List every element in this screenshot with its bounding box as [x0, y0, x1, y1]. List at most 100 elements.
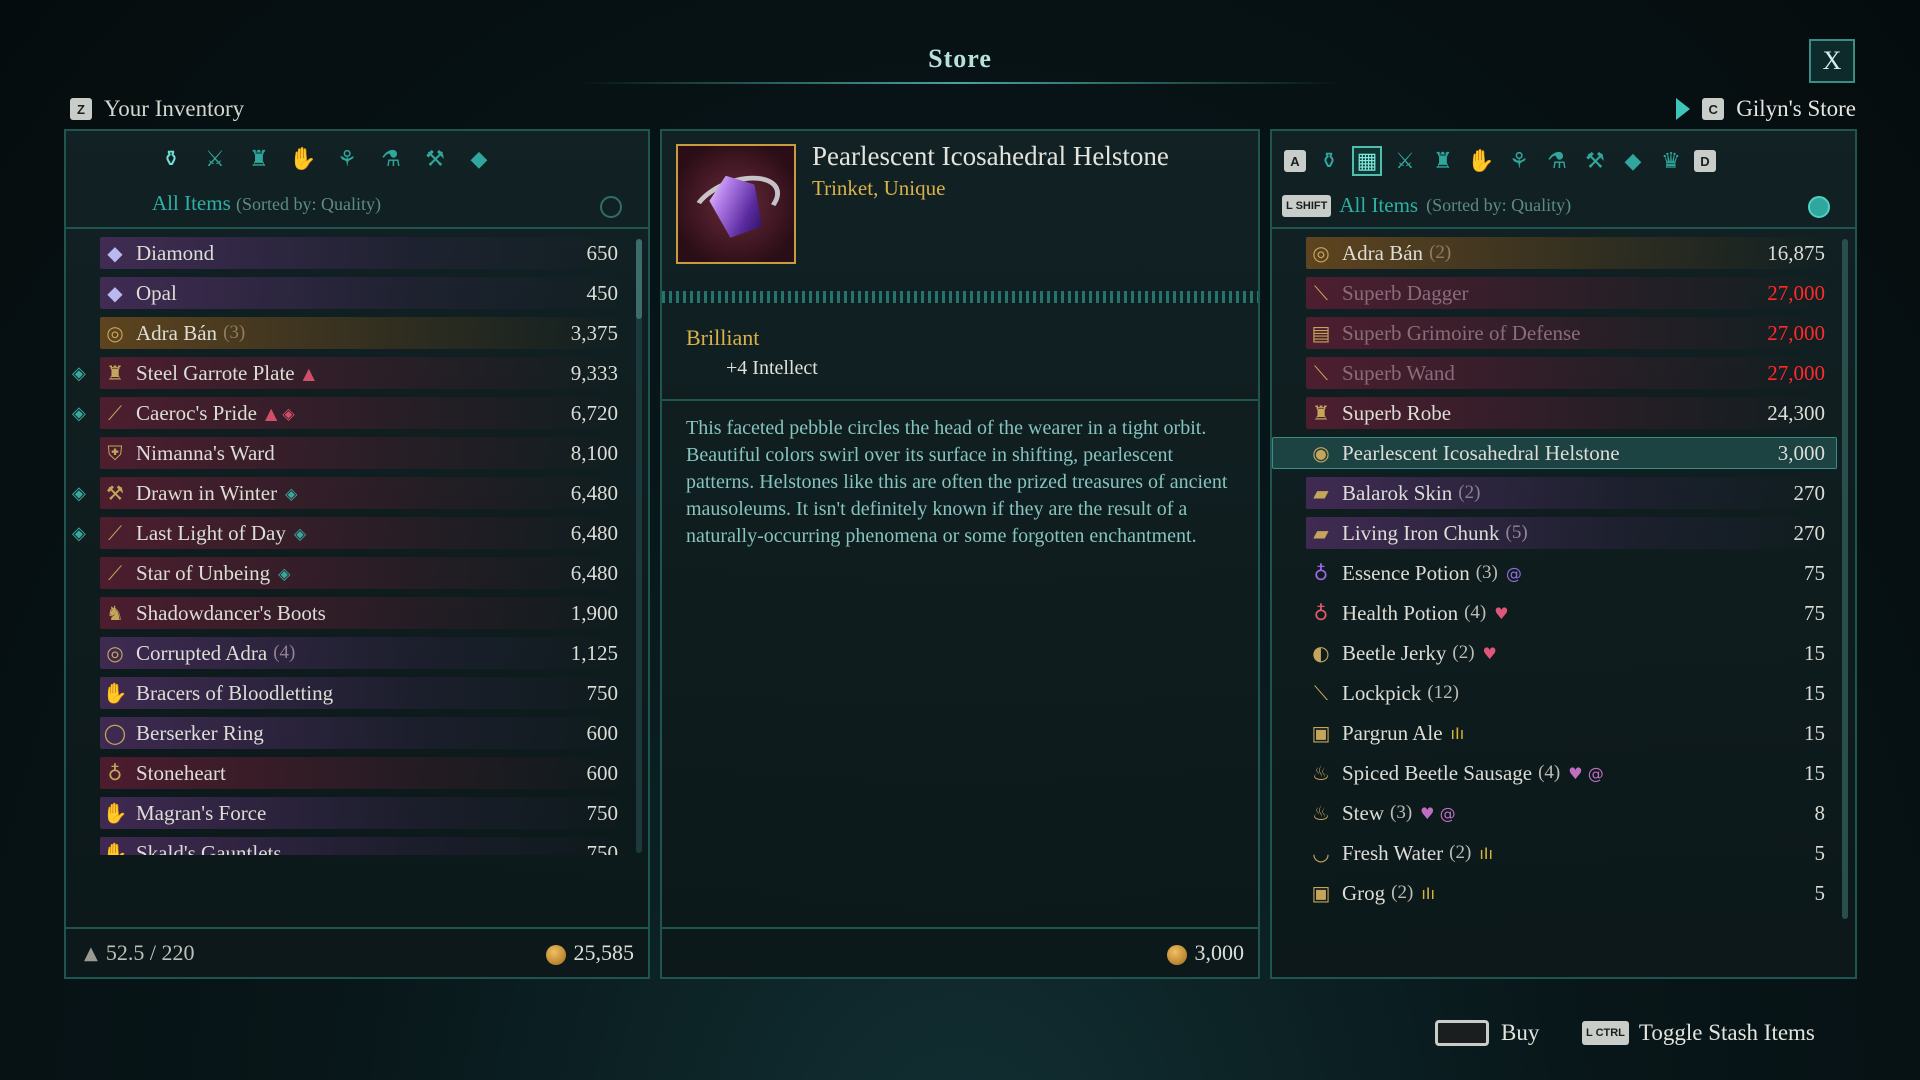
grimoire-icon: ▤ [1311, 321, 1331, 345]
store-item-row[interactable]: ▰Balarok Skin(2)270 [1272, 473, 1855, 513]
store-item-row[interactable]: ◐ Beetle Jerky (2) ♥ 15 [1272, 633, 1855, 673]
inventory-item-row[interactable]: ◈ ⟋ Caeroc's Pride ▲ ◈ 6,720 [66, 393, 648, 433]
inventory-item-row[interactable]: ✋ Magran's Force 750 [66, 793, 648, 833]
your-inventory-label: Your Inventory [104, 96, 245, 121]
inventory-item-row[interactable]: ♞ Shadowdancer's Boots 1,900 [66, 593, 648, 633]
gems-icon[interactable]: ◆ [1618, 146, 1648, 176]
armor-icon[interactable]: ♜ [1428, 146, 1458, 176]
inventory-item-row[interactable]: ✋ Skald's Gauntlets 750 [66, 833, 648, 855]
weapons-icon[interactable]: ⚔ [1390, 146, 1420, 176]
toggle-stash-label: Toggle Stash Items [1638, 1020, 1815, 1045]
shield-icon: ⛨ [107, 441, 123, 465]
inventory-scroll-thumb[interactable] [636, 239, 642, 319]
inventory-options-icon[interactable] [600, 196, 622, 218]
gauntlet-icon: ✋ [102, 801, 128, 825]
player-gold: 25,585 [545, 940, 634, 966]
inventory-item-name: Opal [136, 280, 177, 305]
all-items-icon[interactable]: ⚱ [1314, 146, 1344, 176]
inventory-category-tabs: ⚱ ⚔ ♜ ✋ ⚘ ⚗ ⚒ ◆ [154, 144, 496, 174]
store-item-name: Stew [1342, 800, 1384, 825]
inventory-item-price: 450 [586, 280, 619, 305]
store-item-price: 27,000 [1767, 320, 1825, 345]
store-item-price: 15 [1804, 720, 1825, 745]
consumables-icon[interactable]: ⚗ [1542, 146, 1572, 176]
inventory-item-price: 750 [586, 680, 619, 705]
equipped-marker-icon: ◈ [72, 402, 86, 424]
gloves-icon[interactable]: ✋ [286, 144, 320, 174]
weapons-icon[interactable]: ⚔ [198, 144, 232, 174]
store-item-row[interactable]: ♨ Spiced Beetle Sausage (4) ♥ @ 15 [1272, 753, 1855, 793]
inventory-item-price: 750 [586, 800, 619, 825]
store-item-row[interactable]: ▰Living Iron Chunk(5)270 [1272, 513, 1855, 553]
inventory-item-row[interactable]: ✋ Bracers of Bloodletting 750 [66, 673, 648, 713]
inventory-scrollbar[interactable] [636, 239, 642, 853]
store-item-row[interactable]: ♁ Essence Potion (3) @75 [1272, 553, 1855, 593]
store-item-effect-icons: ıIı [1479, 843, 1493, 863]
consumables-icon[interactable]: ⚗ [374, 144, 408, 174]
inventory-item-row[interactable]: ⟋ Star of Unbeing ◈ 6,480 [66, 553, 648, 593]
inventory-item-row[interactable]: ◆ Diamond 650 [66, 233, 648, 273]
toggle-stash-action[interactable]: L CTRL Toggle Stash Items [1582, 1020, 1815, 1046]
store-item-price: 15 [1804, 760, 1825, 785]
store-item-price: 27,000 [1767, 360, 1825, 385]
store-item-row[interactable]: ◉ Pearlescent Icosahedral Helstone 3,000 [1272, 433, 1855, 473]
inventory-item-row[interactable]: ◯ Berserker Ring 600 [66, 713, 648, 753]
store-item-effect-icons: ♥ [1494, 603, 1509, 623]
store-item-quantity: (2) [1391, 882, 1414, 903]
store-item-row[interactable]: ▣ Grog (2) ıIı 5 [1272, 873, 1855, 913]
store-item-row[interactable]: ⟍ Lockpick (12) 15 [1272, 673, 1855, 713]
store-item-row[interactable]: ⟍ Superb Dagger 27,000 [1272, 273, 1855, 313]
inventory-item-name: Nimanna's Ward [136, 440, 275, 465]
store-item-row[interactable]: ◡ Fresh Water (2) ıIı 5 [1272, 833, 1855, 873]
store-item-name: Pearlescent Icosahedral Helstone [1342, 440, 1620, 465]
store-item-name: Pargrun Ale [1342, 720, 1443, 745]
inventory-item-row[interactable]: ◎Corrupted Adra(4)1,125 [66, 633, 648, 673]
inventory-item-row[interactable]: ◈ ⟋ Last Light of Day ◈ 6,480 [66, 513, 648, 553]
store-item-row[interactable]: ◎Adra Bán(2)16,875 [1272, 233, 1855, 273]
store-item-row[interactable]: ⟍ Superb Wand 27,000 [1272, 353, 1855, 393]
inventory-item-row[interactable]: ◈ ⚒ Drawn in Winter ◈ 6,480 [66, 473, 648, 513]
inventory-item-price: 8,100 [570, 440, 618, 465]
inventory-item-row[interactable]: ◆ Opal 450 [66, 273, 648, 313]
store-item-row[interactable]: ♜ Superb Robe 24,300 [1272, 393, 1855, 433]
store-item-row[interactable]: ▣ Pargrun Ale ıIı 15 [1272, 713, 1855, 753]
crafting-icon[interactable]: ⚒ [1580, 146, 1610, 176]
store-item-row[interactable]: ▤ Superb Grimoire of Defense 27,000 [1272, 313, 1855, 353]
inventory-item-row[interactable]: ◎Adra Bán(3)3,375 [66, 313, 648, 353]
dagger-icon: ⟍ [1314, 281, 1328, 305]
buy-action[interactable]: Buy [1435, 1020, 1539, 1046]
gloves-icon[interactable]: ✋ [1466, 146, 1496, 176]
inventory-item-row[interactable]: ♁ Stoneheart 600 [66, 753, 648, 793]
store-scroll-thumb[interactable] [1842, 239, 1848, 919]
store-item-name: Fresh Water [1342, 840, 1444, 865]
store-item-effect-icons: ♥ [1482, 643, 1497, 663]
potion-icon: ♁ [1313, 601, 1329, 625]
inventory-item-name: Berserker Ring [136, 720, 264, 745]
all-items-icon[interactable]: ⚱ [154, 144, 188, 174]
inventory-sort-line[interactable]: All Items (Sorted by: Quality) [152, 191, 381, 216]
accessories-icon[interactable]: ⚘ [330, 144, 364, 174]
diamond-icon: ◆ [107, 241, 123, 265]
switch-arrow-icon[interactable] [1676, 98, 1691, 120]
item-description: This faceted pebble circles the head of … [686, 417, 1228, 547]
store-item-row[interactable]: ♨ Stew (3) ♥ @ 8 [1272, 793, 1855, 833]
gems-icon[interactable]: ◆ [462, 144, 496, 174]
item-price: 3,000 [1166, 940, 1244, 966]
store-item-name: Grog [1342, 880, 1386, 905]
store-scrollbar[interactable] [1842, 239, 1848, 919]
inventory-item-row[interactable]: ⛨ Nimanna's Ward 8,100 [66, 433, 648, 473]
close-button[interactable]: X [1809, 39, 1855, 83]
accessories-icon[interactable]: ⚘ [1504, 146, 1534, 176]
store-sort-line[interactable]: L SHIFT All Items (Sorted by: Quality) [1282, 193, 1571, 218]
armor-icon[interactable]: ♜ [242, 144, 276, 174]
store-item-price: 270 [1793, 520, 1826, 545]
crafting-icon[interactable]: ⚒ [418, 144, 452, 174]
store-item-row[interactable]: ♁ Health Potion (4) ♥ 75 [1272, 593, 1855, 633]
inventory-item-effect-icons: ◈ [285, 483, 298, 503]
quest-icon[interactable]: ♛ [1656, 146, 1686, 176]
inventory-item-row[interactable]: ◈ ♜ Steel Garrote Plate ▲ 9,333 [66, 353, 648, 393]
inventory-item-price: 6,480 [570, 560, 618, 585]
store-item-price: 3,000 [1777, 440, 1825, 465]
store-options-icon[interactable] [1808, 196, 1830, 218]
containers-icon[interactable]: ▦ [1352, 146, 1382, 176]
